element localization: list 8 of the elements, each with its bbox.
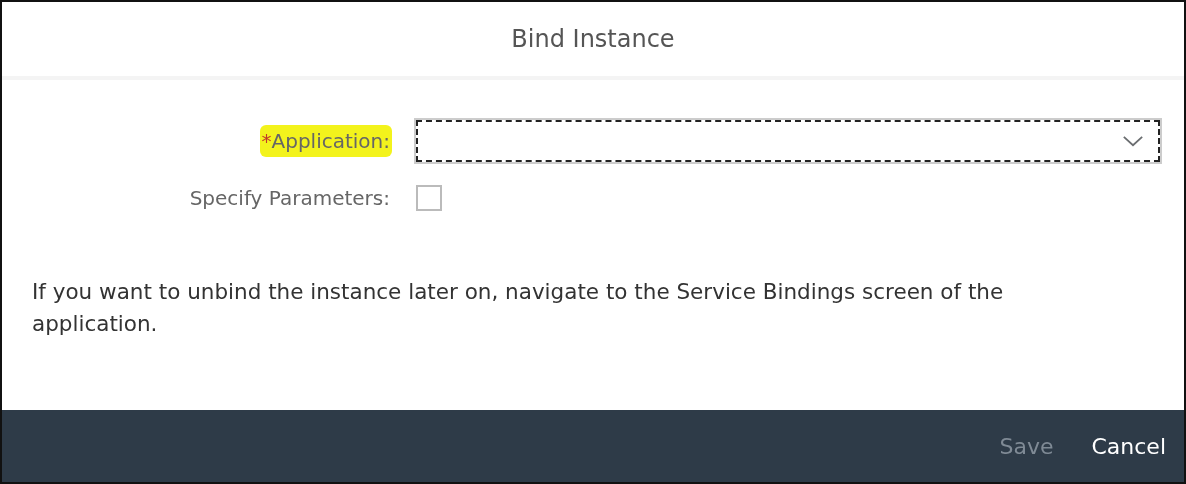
field-label: Specify Parameters: xyxy=(188,185,391,212)
field-label: *Application: xyxy=(259,125,392,157)
checkbox[interactable] xyxy=(416,185,442,211)
info-message: If you want to unbind the instance later on, navigate to the Service Bindings screen of the application. xyxy=(32,278,1005,338)
cancel-button[interactable]: Cancel xyxy=(1087,429,1170,463)
dialog-title: Bind Instance xyxy=(511,25,675,53)
chevron-down-icon xyxy=(1122,134,1144,148)
application-dropdown[interactable] xyxy=(416,120,1160,162)
